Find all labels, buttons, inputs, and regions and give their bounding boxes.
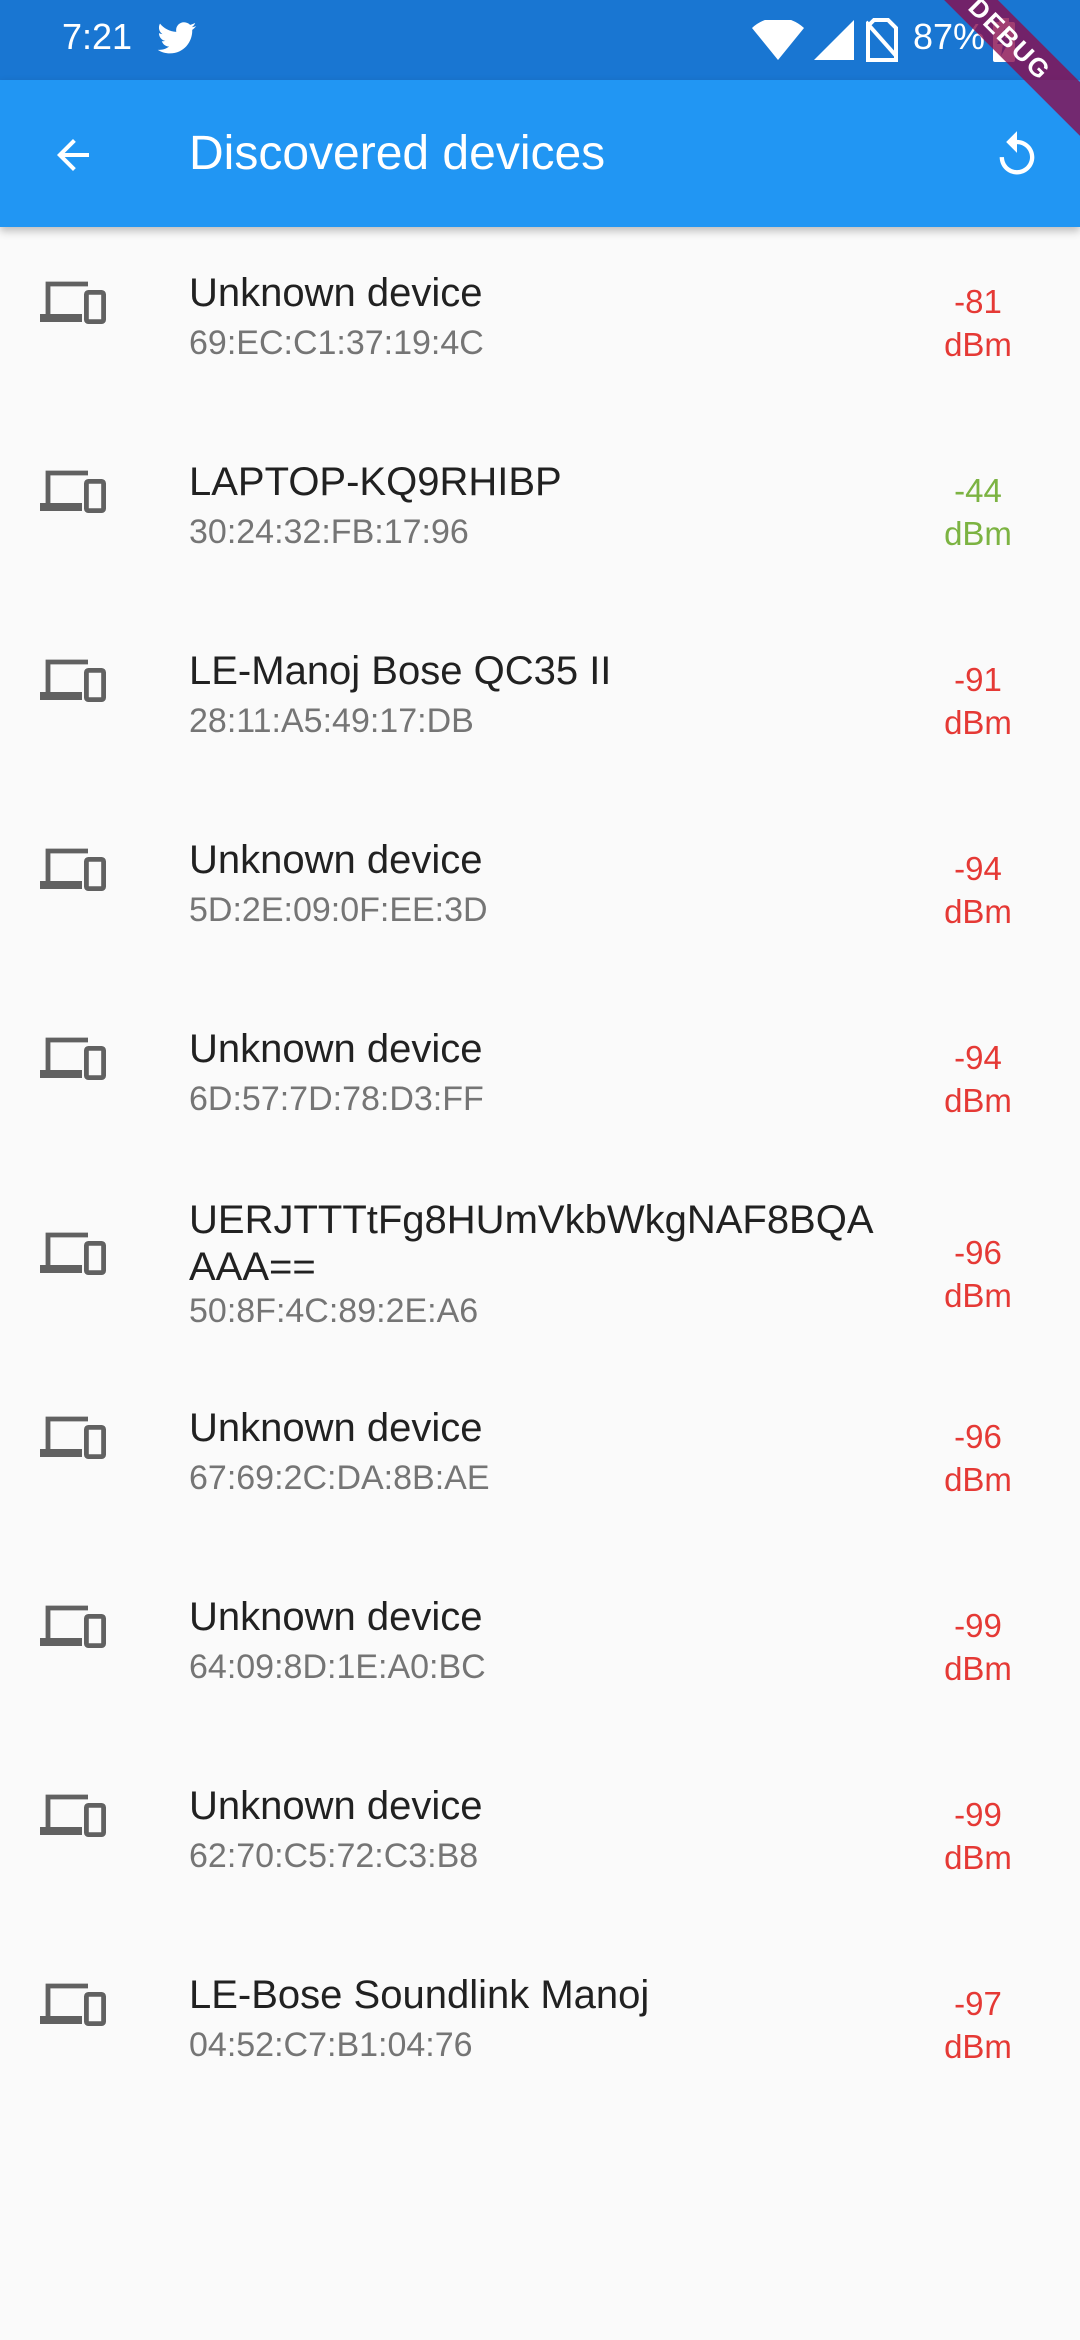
device-address: 04:52:C7:B1:04:76 <box>189 2026 473 2064</box>
signal-strength: -99 dBm <box>920 1604 1036 1690</box>
devices-icon <box>40 281 106 324</box>
rssi-value: -81 <box>954 283 1002 320</box>
rssi-value: -91 <box>954 661 1002 698</box>
rssi-unit: dBm <box>944 1082 1012 1119</box>
list-item[interactable]: UERJTTTtFg8HUmVkbWkgNAF8BQAAAA== 50:8F:4… <box>0 1175 1080 1365</box>
devices-icon <box>40 1983 106 2026</box>
no-sim-icon <box>866 18 898 62</box>
rssi-value: -97 <box>954 1985 1002 2022</box>
twitter-icon <box>157 22 197 54</box>
signal-strength: -99 dBm <box>920 1793 1036 1879</box>
signal-strength: -94 dBm <box>920 1036 1036 1122</box>
device-name: Unknown device <box>189 838 483 882</box>
devices-icon <box>40 848 106 891</box>
device-address: 62:70:C5:72:C3:B8 <box>189 1837 479 1875</box>
device-address: 30:24:32:FB:17:96 <box>189 513 469 551</box>
list-item[interactable]: Unknown device 5D:2E:09:0F:EE:3D -94 dBm <box>0 797 1080 986</box>
list-item[interactable]: Unknown device 69:EC:C1:37:19:4C -81 dBm <box>0 230 1080 419</box>
devices-icon <box>40 1794 106 1837</box>
app-bar: Discovered devices <box>0 80 1080 227</box>
rssi-value: -44 <box>954 472 1002 509</box>
list-item[interactable]: Unknown device 62:70:C5:72:C3:B8 -99 dBm <box>0 1743 1080 1932</box>
device-name: LAPTOP-KQ9RHIBP <box>189 460 562 504</box>
refresh-icon <box>999 131 1035 175</box>
device-address: 5D:2E:09:0F:EE:3D <box>189 891 488 929</box>
signal-strength: -96 dBm <box>920 1415 1036 1501</box>
devices-icon <box>40 470 106 513</box>
signal-strength: -97 dBm <box>920 1982 1036 2068</box>
devices-icon <box>40 1605 106 1648</box>
rssi-unit: dBm <box>944 1461 1012 1498</box>
page-title: Discovered devices <box>189 127 606 180</box>
signal-icon <box>814 20 854 60</box>
device-name: Unknown device <box>189 271 483 315</box>
rssi-unit: dBm <box>944 893 1012 930</box>
list-item[interactable]: LE-Bose Soundlink Manoj 04:52:C7:B1:04:7… <box>0 1932 1080 2121</box>
devices-icon <box>40 1232 106 1275</box>
device-name: LE-Manoj Bose QC35 II <box>189 649 612 693</box>
arrow-back-icon <box>57 139 89 171</box>
back-button[interactable] <box>34 116 112 194</box>
devices-icon <box>40 1416 106 1459</box>
signal-strength: -91 dBm <box>920 658 1036 744</box>
signal-strength: -96 dBm <box>920 1231 1036 1317</box>
devices-icon <box>40 659 106 702</box>
device-name: Unknown device <box>189 1027 483 1071</box>
device-name: UERJTTTtFg8HUmVkbWkgNAF8BQAAAA== <box>189 1198 874 1289</box>
wifi-icon <box>752 20 804 60</box>
device-name: Unknown device <box>189 1784 483 1828</box>
rssi-unit: dBm <box>944 515 1012 552</box>
rssi-value: -96 <box>954 1418 1002 1455</box>
rssi-value: -96 <box>954 1234 1002 1271</box>
device-address: 64:09:8D:1E:A0:BC <box>189 1648 486 1686</box>
rssi-unit: dBm <box>944 1650 1012 1687</box>
device-address: 28:11:A5:49:17:DB <box>189 702 474 740</box>
rssi-value: -94 <box>954 1039 1002 1076</box>
signal-strength: -81 dBm <box>920 280 1036 366</box>
device-address: 69:EC:C1:37:19:4C <box>189 324 484 362</box>
device-name: Unknown device <box>189 1595 483 1639</box>
rssi-value: -99 <box>954 1796 1002 1833</box>
rssi-unit: dBm <box>944 1839 1012 1876</box>
signal-strength: -94 dBm <box>920 847 1036 933</box>
device-address: 67:69:2C:DA:8B:AE <box>189 1459 490 1497</box>
device-name: Unknown device <box>189 1406 483 1450</box>
device-address: 6D:57:7D:78:D3:FF <box>189 1080 484 1118</box>
status-bar: 7:21 87% <box>0 0 1080 80</box>
status-time: 7:21 <box>62 16 133 57</box>
devices-icon <box>40 1037 106 1080</box>
rssi-unit: dBm <box>944 1277 1012 1314</box>
list-item[interactable]: Unknown device 67:69:2C:DA:8B:AE -96 dBm <box>0 1365 1080 1554</box>
list-item[interactable]: LAPTOP-KQ9RHIBP 30:24:32:FB:17:96 -44 dB… <box>0 419 1080 608</box>
rssi-unit: dBm <box>944 326 1012 363</box>
list-item[interactable]: Unknown device 6D:57:7D:78:D3:FF -94 dBm <box>0 986 1080 1175</box>
device-address: 50:8F:4C:89:2E:A6 <box>189 1292 479 1330</box>
list-item[interactable]: LE-Manoj Bose QC35 II 28:11:A5:49:17:DB … <box>0 608 1080 797</box>
refresh-button[interactable] <box>978 116 1056 194</box>
rssi-unit: dBm <box>944 2028 1012 2065</box>
signal-strength: -44 dBm <box>920 469 1036 555</box>
device-name: LE-Bose Soundlink Manoj <box>189 1973 650 2017</box>
rssi-value: -99 <box>954 1607 1002 1644</box>
rssi-unit: dBm <box>944 704 1012 741</box>
device-list: Unknown device 69:EC:C1:37:19:4C -81 dBm… <box>0 230 1080 2121</box>
rssi-value: -94 <box>954 850 1002 887</box>
list-item[interactable]: Unknown device 64:09:8D:1E:A0:BC -99 dBm <box>0 1554 1080 1743</box>
